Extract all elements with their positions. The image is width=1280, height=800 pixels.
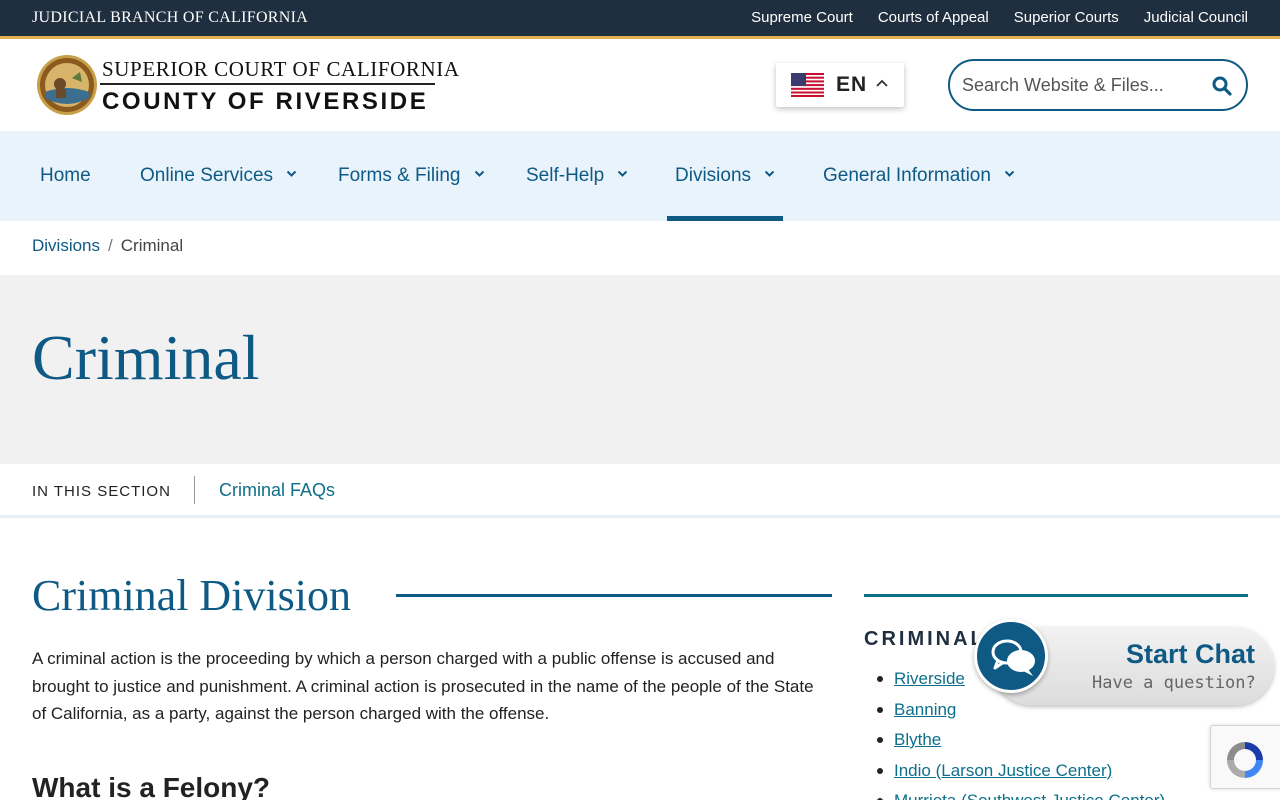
search-icon[interactable] [1212, 76, 1232, 96]
brand-court-name[interactable]: SUPERIOR COURT OF CALIFORNIA [102, 57, 460, 82]
chat-bubbles-icon [991, 639, 1035, 676]
brand-divider [100, 83, 435, 85]
chevron-down-icon [287, 171, 297, 178]
page-hero: Criminal [0, 275, 1280, 464]
content-title: Criminal Division [32, 571, 351, 620]
chevron-down-icon [618, 171, 628, 178]
nav-item-self-help[interactable]: Self-Help [526, 131, 628, 221]
brand-county-name[interactable]: COUNTY OF RIVERSIDE [102, 88, 428, 116]
chevron-down-icon [474, 171, 484, 178]
judicial-branch-link[interactable]: JUDICIAL BRANCH OF CALIFORNIA [32, 0, 308, 36]
section-link-criminal-faqs[interactable]: Criminal FAQs [219, 480, 335, 501]
section-nav-divider [194, 476, 195, 504]
content-subheading: What is a Felony? [32, 772, 271, 800]
nav-active-indicator [667, 216, 783, 221]
top-link-courts-of-appeal[interactable]: Courts of Appeal [878, 0, 989, 36]
list-item: Blythe [876, 727, 1165, 758]
nav-item-label: Home [40, 165, 91, 186]
content-paragraph: A criminal action is the proceeding by w… [32, 649, 814, 723]
search-input[interactable] [962, 73, 1202, 97]
nav-item-online-services[interactable]: Online Services [140, 131, 297, 221]
chat-button[interactable] [974, 619, 1048, 693]
california-seal-icon[interactable] [36, 54, 98, 116]
breadcrumb-separator: / [108, 236, 113, 255]
breadcrumb: Divisions / Criminal [32, 236, 183, 256]
list-item: Indio (Larson Justice Center) [876, 758, 1165, 789]
nav-item-home[interactable]: Home [40, 131, 91, 221]
nav-item-label: Forms & Filing [338, 165, 461, 186]
sidebar-heading: CRIMINAL [864, 628, 986, 650]
sidebar-link-murrieta[interactable]: Murrieta (Southwest Justice Center) [894, 791, 1165, 800]
section-nav: IN THIS SECTION Criminal FAQs [0, 464, 1280, 518]
language-code: EN [836, 73, 868, 96]
chevron-up-icon [876, 79, 888, 87]
recaptcha-badge[interactable] [1210, 725, 1280, 789]
title-divider [396, 594, 832, 597]
nav-item-label: Self-Help [526, 165, 605, 186]
sidebar-link-riverside[interactable]: Riverside [894, 669, 965, 688]
site-header: SUPERIOR COURT OF CALIFORNIA COUNTY OF R… [0, 39, 1280, 131]
sidebar-link-banning[interactable]: Banning [894, 700, 956, 719]
sidebar-divider [864, 594, 1248, 597]
start-chat-widget[interactable]: Start Chat Have a question? [974, 619, 1274, 709]
chat-title[interactable]: Start Chat [1126, 639, 1255, 670]
section-nav-label: IN THIS SECTION [32, 483, 171, 500]
us-flag-icon [791, 73, 824, 97]
breadcrumb-current: Criminal [120, 236, 184, 255]
top-link-judicial-council[interactable]: Judicial Council [1144, 0, 1248, 36]
language-selector[interactable]: EN [776, 63, 904, 107]
page-title: Criminal [32, 322, 260, 393]
top-utility-bar: JUDICIAL BRANCH OF CALIFORNIA Supreme Co… [0, 0, 1280, 36]
nav-item-general-information[interactable]: General Information [823, 131, 1015, 221]
top-link-supreme-court[interactable]: Supreme Court [751, 0, 853, 36]
list-item: Murrieta (Southwest Justice Center) [876, 788, 1165, 800]
nav-item-label: Online Services [140, 165, 274, 186]
breadcrumb-divisions[interactable]: Divisions [32, 236, 100, 255]
recaptcha-icon [1227, 742, 1263, 778]
nav-item-forms-filing[interactable]: Forms & Filing [338, 131, 485, 221]
search-box [948, 59, 1248, 111]
nav-item-label: Divisions [675, 165, 752, 186]
sidebar-link-blythe[interactable]: Blythe [894, 730, 941, 749]
main-nav: Home Online Services Forms & Filing Self… [0, 131, 1280, 221]
sidebar-link-indio[interactable]: Indio (Larson Justice Center) [894, 761, 1112, 780]
top-link-superior-courts[interactable]: Superior Courts [1014, 0, 1119, 36]
nav-item-divisions[interactable]: Divisions [675, 131, 775, 221]
chat-subtitle[interactable]: Have a question? [1092, 673, 1256, 693]
top-links: Supreme Court Courts of Appeal Superior … [751, 0, 1248, 36]
chevron-down-icon [1004, 171, 1015, 178]
nav-item-label: General Information [823, 165, 991, 186]
chevron-down-icon [765, 171, 775, 178]
